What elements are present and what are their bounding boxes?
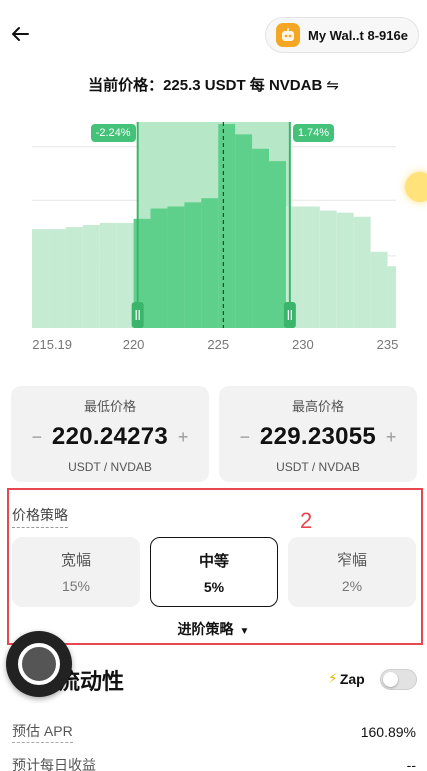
histogram-bar (235, 134, 253, 328)
strategy-option-medium[interactable]: 中等 5% (150, 537, 278, 607)
histogram-bar (319, 210, 337, 328)
chevron-down-icon: ▼ (239, 626, 250, 637)
histogram-bar (218, 124, 236, 328)
min-price-increase-button[interactable]: + (174, 427, 192, 448)
strategy-option-name: 窄幅 (336, 552, 367, 569)
floating-assistive-button[interactable] (6, 631, 72, 697)
x-tick-label: 235 (376, 337, 399, 352)
max-price-card: 最高价格 − 229.23055 + USDT / NVDAB (219, 386, 417, 482)
current-price: 当前价格：225.3 USDT 每 NVDAB ⇋ (0, 74, 427, 95)
strategy-option-name: 宽幅 (60, 552, 91, 569)
estimated-apr-label: 预估 APR (12, 721, 73, 743)
histogram-bar (32, 229, 49, 328)
zap-label: ⚡ Zap (328, 670, 365, 687)
min-price-decrease-button[interactable]: − (28, 427, 46, 448)
x-tick-label: 230 (292, 337, 314, 352)
toggle-knob (383, 672, 398, 687)
zap-text: Zap (339, 670, 365, 687)
back-button[interactable] (8, 22, 32, 46)
histogram-bar (370, 251, 388, 328)
swap-direction-icon[interactable]: ⇋ (326, 77, 339, 94)
current-price-text: 当前价格：225.3 USDT 每 NVDAB (88, 77, 323, 94)
advanced-strategy-label: 进阶策略 (177, 621, 234, 637)
strategy-option-percent: 15% (61, 578, 91, 594)
histogram-bar (82, 225, 100, 328)
histogram-bar (353, 216, 371, 328)
range-low-handle[interactable] (131, 302, 144, 328)
histogram-bar (99, 222, 117, 328)
liquidity-distribution-chart[interactable] (0, 118, 427, 358)
histogram-bar (336, 212, 354, 328)
histogram-bar (387, 266, 396, 328)
x-tick-label: 220 (122, 337, 145, 352)
price-strategy-title: 价格策略 (12, 505, 68, 528)
wallet-selector[interactable]: My Wal..t 8-916e (265, 17, 419, 53)
annotation-number: 2 (300, 508, 313, 533)
strategy-option-percent: 2% (341, 578, 363, 594)
histogram-bar (252, 148, 270, 328)
histogram-bar (150, 208, 168, 328)
x-tick-label: 225 (207, 337, 230, 352)
range-high-handle[interactable] (283, 302, 296, 328)
assistive-ring-icon (18, 643, 60, 685)
min-price-card: 最低价格 − 220.24273 + USDT / NVDAB (11, 386, 209, 482)
max-price-unit: USDT / NVDAB (276, 460, 360, 474)
min-price-unit: USDT / NVDAB (68, 460, 152, 474)
max-price-title: 最高价格 (291, 399, 344, 414)
strategy-option-wide[interactable]: 宽幅 15% (12, 537, 140, 607)
strategy-option-name: 中等 (198, 553, 229, 570)
x-tick-label: 215.19 (32, 337, 73, 352)
lightning-icon: ⚡ (328, 670, 338, 686)
robot-avatar-icon (276, 23, 300, 47)
min-price-title: 最低价格 (83, 399, 136, 414)
low-range-percent-badge: -2.24% (90, 124, 136, 142)
wallet-label: My Wal..t 8-916e (308, 27, 408, 43)
histogram-bar (48, 229, 66, 328)
max-price-decrease-button[interactable]: − (236, 427, 254, 448)
arrow-left-icon (12, 27, 29, 41)
estimated-apr-value: 160.89% (360, 724, 416, 740)
histogram-bar (65, 227, 83, 328)
max-price-value[interactable]: 229.23055 (260, 423, 376, 451)
estimated-daily-earnings-value: -- (406, 757, 416, 771)
histogram-bar (201, 198, 219, 328)
chart-canvas (32, 122, 396, 328)
strategy-option-percent: 5% (203, 579, 225, 595)
top-bar: My Wal..t 8-916e (0, 0, 427, 70)
high-range-percent-badge: 1.74% (292, 124, 335, 142)
histogram-bar (184, 202, 202, 328)
histogram-bar (269, 161, 286, 328)
zap-toggle[interactable] (380, 669, 417, 690)
strategy-option-narrow[interactable]: 窄幅 2% (288, 537, 416, 607)
histogram-bar (116, 222, 134, 328)
advanced-strategy-toggle[interactable]: 进阶策略 ▼ (0, 619, 427, 639)
max-price-increase-button[interactable]: + (382, 427, 400, 448)
histogram-bar (302, 206, 320, 328)
min-price-value[interactable]: 220.24273 (52, 423, 168, 451)
histogram-bar (167, 206, 185, 328)
estimated-daily-earnings-label: 预计每日收益 (12, 755, 96, 771)
